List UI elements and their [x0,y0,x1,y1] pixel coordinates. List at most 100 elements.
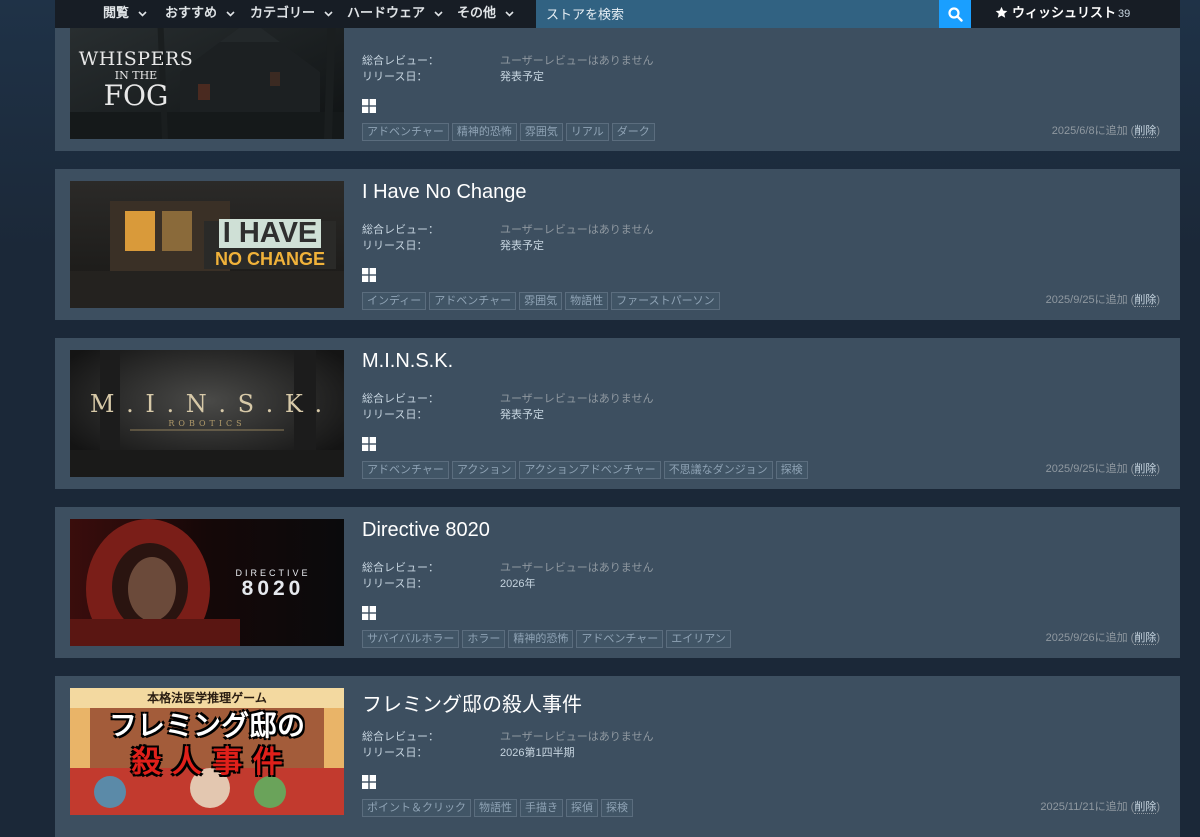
tag[interactable]: アクション [451,461,517,479]
nav-browse-label: 閲覧 [103,5,130,20]
tag-list: アドベンチャー 精神的恐怖 雰囲気 リアル ダーク [362,123,655,141]
store-nav-bar: 閲覧 おすすめ カテゴリー ハードウェア その他 ウィッシュリスト39 [55,0,1180,28]
added-date-text: 2025/9/26に追加 ( [1045,632,1135,644]
game-title[interactable]: フレミング邸の殺人事件 [362,688,582,717]
review-value: ユーザーレビューはありません [500,393,654,405]
tag[interactable]: リアル [565,123,609,141]
release-label: リリース日： [362,71,428,83]
added-close-paren: ) [1156,801,1160,813]
remove-button[interactable]: 削除 [1134,294,1157,307]
review-value: ユーザーレビューはありません [500,562,654,574]
review-value: ユーザーレビューはありません [500,731,654,743]
windows-icon [362,775,376,789]
wishlist-row: M . I . N . S . K . ROBOTICS M.I.N.S.K. … [55,338,1180,489]
review-label: 総合レビュー： [362,731,439,743]
wishlist-link[interactable]: ウィッシュリスト 39 [995,0,1130,28]
tag[interactable]: 探検 [775,461,808,479]
tag[interactable]: アドベンチャー [362,461,449,479]
game-title[interactable]: I Have No Change [362,181,527,204]
added-date: 2025/11/21に追加 (削除) [1040,798,1160,814]
tag[interactable]: 雰囲気 [519,292,563,310]
tag[interactable]: 精神的恐怖 [508,630,574,648]
game-capsule-image[interactable]: DIRECTIVE 8020 [70,519,344,646]
remove-button[interactable]: 削除 [1134,125,1157,138]
wishlist-row: I HAVE NO CHANGE I Have No Change 総合レビュー… [55,169,1180,320]
nav-categories[interactable]: カテゴリー [250,0,333,28]
chevron-down-icon [505,10,514,17]
game-capsule-image[interactable]: WHISPERS IN THE FOG [70,12,344,139]
tag[interactable]: ホラー [462,630,506,648]
windows-icon [362,268,376,282]
capsule-title-line: 殺 人 事 件 [131,745,283,780]
tag[interactable]: ファーストパーソン [611,292,720,310]
tag[interactable]: 探偵 [566,799,598,817]
nav-hardware-label: ハードウェア [347,5,426,20]
tag[interactable]: 物語性 [565,292,609,310]
added-close-paren: ) [1156,125,1160,137]
nav-hardware[interactable]: ハードウェア [347,0,443,28]
release-label: リリース日： [362,578,428,590]
nav-categories-label: カテゴリー [250,5,316,20]
wishlist-row: 本格法医学推理ゲーム フレミング邸の 殺 人 事 件 フレミング邸の殺人事件 総… [55,676,1180,827]
remove-button[interactable]: 削除 [1134,463,1157,476]
tag[interactable]: 精神的恐怖 [451,123,517,141]
tag[interactable]: アクションアドベンチャー [519,461,661,479]
release-label: リリース日： [362,240,428,252]
tag[interactable]: 物語性 [474,799,517,817]
tag[interactable]: エイリアン [666,630,731,648]
tag[interactable]: アドベンチャー [362,123,449,141]
added-date: 2025/6/8に追加 (削除) [1052,122,1160,138]
wishlist-count: 39 [1118,8,1131,20]
game-capsule-image[interactable]: M . I . N . S . K . ROBOTICS [70,350,344,477]
review-value: ユーザーレビューはありません [500,55,654,67]
tag[interactable]: サバイバルホラー [362,630,460,648]
game-title[interactable]: M.I.N.S.K. [362,350,453,373]
nav-recommended[interactable]: おすすめ [165,0,235,28]
release-value: 2026第1四半期 [500,747,575,759]
tag[interactable]: ポイント＆クリック [362,799,471,817]
capsule-title-line: 8020 [241,577,305,600]
added-date-text: 2025/6/8に追加 ( [1051,125,1135,137]
chevron-down-icon [226,10,235,17]
tag-list: インディー アドベンチャー 雰囲気 物語性 ファーストパーソン [362,292,720,310]
chevron-down-icon [434,10,443,17]
tag[interactable]: 雰囲気 [519,123,563,141]
windows-icon [362,99,376,113]
search-input[interactable] [536,0,940,28]
added-date: 2025/9/26に追加 (削除) [1046,629,1160,645]
wishlist-row: DIRECTIVE 8020 Directive 8020 総合レビュー： ユー… [55,507,1180,658]
search-icon [947,6,963,22]
search-button[interactable] [939,0,971,28]
capsule-title-line: NO CHANGE [214,249,325,269]
wishlist-label: ウィッシュリスト [1012,5,1117,20]
tag[interactable]: 探検 [601,799,633,817]
game-capsule-image[interactable]: 本格法医学推理ゲーム フレミング邸の 殺 人 事 件 [70,688,344,815]
capsule-title-line: ROBOTICS [168,419,246,428]
game-capsule-image[interactable]: I HAVE NO CHANGE [70,181,344,308]
chevron-down-icon [324,10,333,17]
review-label: 総合レビュー： [362,55,439,67]
capsule-title-line: フレミング邸の [108,709,305,742]
remove-button[interactable]: 削除 [1134,801,1157,814]
capsule-title-line: WHISPERS [78,48,194,70]
remove-button[interactable]: 削除 [1134,632,1157,645]
tag[interactable]: インディー [362,292,427,310]
added-close-paren: ) [1156,632,1160,644]
added-date: 2025/9/25に追加 (削除) [1046,291,1160,307]
nav-other[interactable]: その他 [457,0,514,28]
chevron-down-icon [138,10,147,17]
windows-icon [362,437,376,451]
release-value: 発表予定 [500,71,544,83]
game-title[interactable]: Directive 8020 [362,519,490,542]
tag[interactable]: 手描き [520,799,563,817]
added-date-text: 2025/11/21に追加 ( [1040,801,1135,813]
capsule-title-line: M . I . N . S . K . [89,390,325,418]
tag[interactable]: アドベンチャー [429,292,517,310]
tag[interactable]: アドベンチャー [576,630,664,648]
nav-browse[interactable]: 閲覧 [103,0,147,28]
review-value: ユーザーレビューはありません [500,224,654,236]
tag[interactable]: ダーク [611,123,655,141]
release-value: 発表予定 [500,409,544,421]
tag[interactable]: 不思議なダンジョン [663,461,773,479]
tag-list: ポイント＆クリック 物語性 手描き 探偵 探検 [362,799,633,817]
